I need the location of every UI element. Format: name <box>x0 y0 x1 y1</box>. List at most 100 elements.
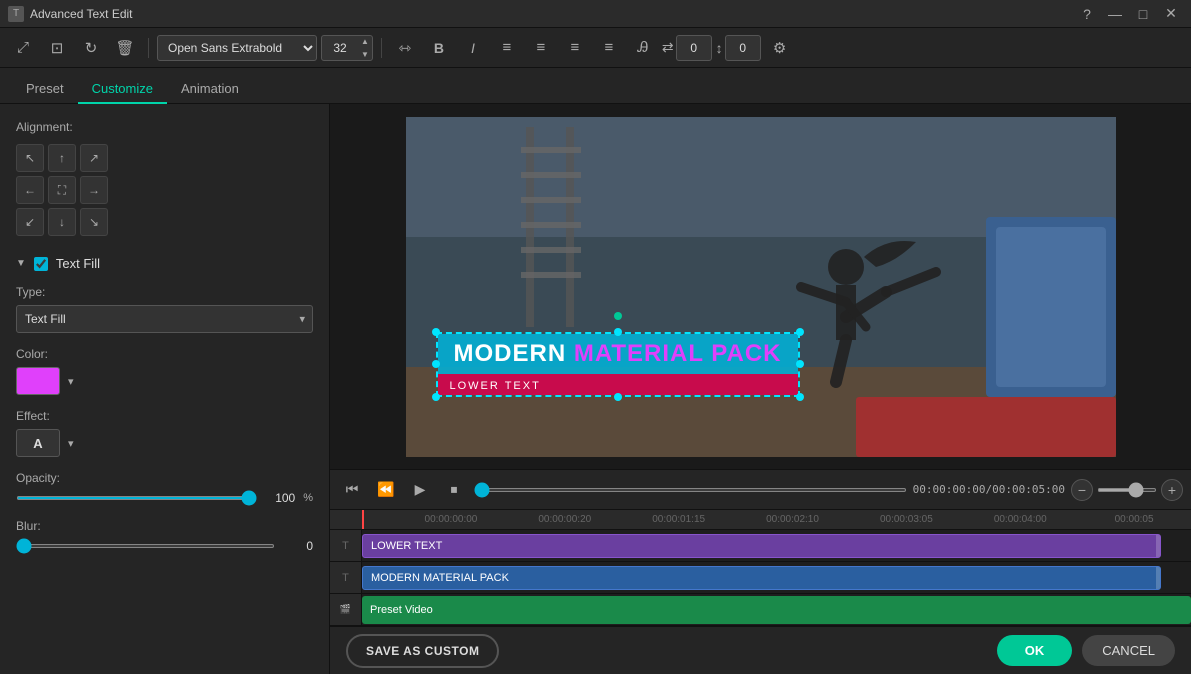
align-top-left-button[interactable]: ↖ <box>16 144 44 172</box>
window-title: Advanced Text Edit <box>30 7 133 21</box>
align-top-right-button[interactable]: ↗ <box>80 144 108 172</box>
tab-bar: Preset Customize Animation <box>0 68 1191 104</box>
font-size-input[interactable]: 32 <box>322 41 358 55</box>
color-row: Color: ▾ <box>16 347 313 395</box>
type-select[interactable]: Text Fill <box>16 305 313 333</box>
opacity-slider[interactable] <box>16 496 257 500</box>
clip-resize-handle-2[interactable] <box>1156 567 1160 589</box>
minimize-button[interactable]: — <box>1103 4 1127 24</box>
italic-button[interactable]: I <box>458 33 488 63</box>
step-back-button[interactable]: ⏪ <box>372 476 400 504</box>
maximize-button[interactable]: □ <box>1131 4 1155 24</box>
color-swatch[interactable] <box>16 367 60 395</box>
video-clip[interactable]: Preset Video <box>362 596 1191 624</box>
help-button[interactable]: ? <box>1075 4 1099 24</box>
zoom-out-button[interactable]: − <box>1071 479 1093 501</box>
text-selection-container: MODERN MATERIAL PACK LOWER TEXT <box>436 332 800 397</box>
color-label: Color: <box>16 347 313 361</box>
align-bottom-right-button[interactable]: ↘ <box>80 208 108 236</box>
cancel-button[interactable]: CANCEL <box>1082 635 1175 666</box>
blur-value: 0 <box>283 539 313 553</box>
bottom-bar: SAVE AS CUSTOM OK CANCEL <box>330 626 1191 674</box>
stop-button[interactable]: ⏹ <box>440 476 468 504</box>
handle-middle-left[interactable] <box>432 360 440 368</box>
align-middle-right-button[interactable]: → <box>80 176 108 204</box>
effect-value-box[interactable]: A <box>16 429 60 457</box>
align-center-button[interactable]: ⛶ <box>48 176 76 204</box>
lower-text-clip[interactable]: LOWER TEXT <box>362 534 1161 558</box>
align-left-button[interactable]: ≡ <box>492 33 522 63</box>
blur-slider-row: 0 <box>16 539 313 553</box>
handle-top-right[interactable] <box>796 328 804 336</box>
close-button[interactable]: ✕ <box>1159 4 1183 24</box>
handle-bottom-right[interactable] <box>796 393 804 401</box>
more-options-button[interactable]: ⚙ <box>765 33 795 63</box>
type-row: Type: Text Fill <box>16 285 313 333</box>
ruler-mark-0: 00:00:00:00 <box>394 514 508 525</box>
align-bottom-center-button[interactable]: ↓ <box>48 208 76 236</box>
video-preview: MODERN MATERIAL PACK LOWER TEXT <box>406 117 1116 457</box>
align-center-button[interactable]: ≡ <box>526 33 556 63</box>
main-text-box: MODERN MATERIAL PACK <box>438 334 798 374</box>
effect-control-row: A ▾ <box>16 429 313 457</box>
transport-bar: ⏮ ⏪ ▶ ⏹ 00:00:00:00/00:00:05:00 − + <box>330 470 1191 510</box>
effect-row: Effect: A ▾ <box>16 409 313 457</box>
line-spacing-input[interactable]: 0 <box>725 35 761 61</box>
font-size-up-button[interactable]: ▲ <box>358 35 372 48</box>
handle-middle-right[interactable] <box>796 360 804 368</box>
justify-button[interactable]: ≡ <box>594 33 624 63</box>
handle-top-left[interactable] <box>432 328 440 336</box>
blur-label: Blur: <box>16 519 313 533</box>
align-middle-left-button[interactable]: ← <box>16 176 44 204</box>
main-text-clip[interactable]: MODERN MATERIAL PACK <box>362 566 1161 590</box>
tab-preset[interactable]: Preset <box>12 75 78 104</box>
play-button[interactable]: ▶ <box>406 476 434 504</box>
char-spacing-icon: ⇄ <box>662 39 674 56</box>
resize-tool-button[interactable]: ⊡ <box>42 33 72 63</box>
handle-bottom-center[interactable] <box>614 393 622 401</box>
char-spacing-input[interactable]: 0 <box>676 35 712 61</box>
blur-slider[interactable] <box>16 544 275 548</box>
line-spacing-icon: ↕ <box>716 40 723 56</box>
text-spacing-button[interactable]: ⇿ <box>390 33 420 63</box>
move-tool-button[interactable]: ⤢ <box>8 33 38 63</box>
playhead[interactable] <box>362 510 364 529</box>
alignment-label: Alignment: <box>16 120 313 134</box>
delete-tool-button[interactable]: 🗑 <box>110 33 140 63</box>
title-bar: T Advanced Text Edit ? — □ ✕ <box>0 0 1191 28</box>
color-swatch-row: ▾ <box>16 367 313 395</box>
blur-row: Blur: 0 <box>16 519 313 553</box>
zoom-slider[interactable] <box>1097 488 1157 492</box>
effect-label: Effect: <box>16 409 313 423</box>
tab-animation[interactable]: Animation <box>167 75 253 104</box>
ok-button[interactable]: OK <box>997 635 1073 666</box>
save-as-custom-button[interactable]: SAVE AS CUSTOM <box>346 634 499 668</box>
rewind-button[interactable]: ⏮ <box>338 476 366 504</box>
text-fill-checkbox[interactable] <box>34 257 48 271</box>
text-overlay: MODERN MATERIAL PACK LOWER TEXT <box>436 332 800 397</box>
ruler-mark-2: 00:00:01:15 <box>622 514 736 525</box>
color-chevron-icon[interactable]: ▾ <box>68 375 74 388</box>
align-top-center-button[interactable]: ↑ <box>48 144 76 172</box>
playback-scrubber[interactable] <box>474 488 907 492</box>
rotate-tool-button[interactable]: ↻ <box>76 33 106 63</box>
font-size-down-button[interactable]: ▼ <box>358 48 372 61</box>
handle-rotate[interactable] <box>614 312 622 320</box>
align-right-button[interactable]: ≡ <box>560 33 590 63</box>
tab-customize[interactable]: Customize <box>78 75 167 104</box>
align-bottom-left-button[interactable]: ↙ <box>16 208 44 236</box>
bold-button[interactable]: B <box>424 33 454 63</box>
handle-top-center[interactable] <box>614 328 622 336</box>
effect-chevron-icon[interactable]: ▾ <box>68 437 74 450</box>
type-select-wrapper: Text Fill <box>16 305 313 333</box>
overlay-sub-text: LOWER TEXT <box>450 380 541 392</box>
toolbar-separator-2 <box>381 38 382 58</box>
text-fill-section-header[interactable]: ▼ Text Fill <box>16 256 313 271</box>
selection-border: MODERN MATERIAL PACK LOWER TEXT <box>436 332 800 397</box>
text-direction-button[interactable]: Ꭿ <box>628 33 658 63</box>
left-panel: Alignment: ↖ ↑ ↗ ← ⛶ → ↙ ↓ ↘ ▼ Text Fill… <box>0 104 330 674</box>
font-family-select[interactable]: Open Sans Extrabold <box>157 35 317 61</box>
clip-resize-handle-1[interactable] <box>1156 535 1160 557</box>
handle-bottom-left[interactable] <box>432 393 440 401</box>
zoom-in-button[interactable]: + <box>1161 479 1183 501</box>
